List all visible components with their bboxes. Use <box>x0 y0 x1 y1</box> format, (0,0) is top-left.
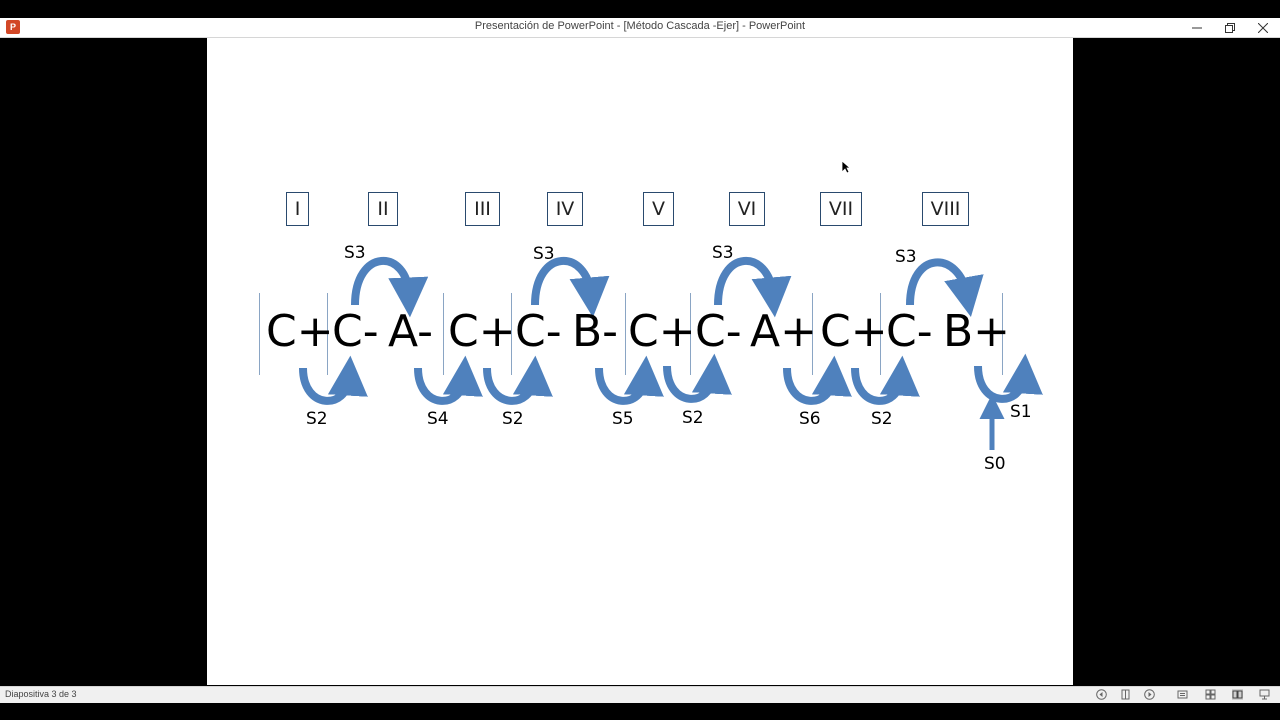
slideshow-icon <box>1259 689 1270 700</box>
step-label: C- <box>886 306 933 357</box>
step-label: A- <box>388 306 434 357</box>
bottom-arrow <box>483 355 553 405</box>
reading-view-icon <box>1232 690 1243 699</box>
slide-view-icon <box>1121 689 1130 700</box>
step-label: C- <box>332 306 379 357</box>
bottom-arrow <box>783 355 852 405</box>
close-icon <box>1258 22 1268 33</box>
step-label: B+ <box>943 306 1011 357</box>
step-label: C- <box>695 306 742 357</box>
step-label: C+ <box>448 306 516 357</box>
state-label: S2 <box>682 408 704 428</box>
mouse-pointer-icon <box>841 160 851 174</box>
slide-position: Diapositiva 3 de 3 <box>5 689 77 699</box>
next-slide-icon <box>1144 689 1155 700</box>
prev-slide-icon <box>1096 689 1107 700</box>
title-bar: P Presentación de PowerPoint - [Método C… <box>0 18 1280 38</box>
bottom-arrow <box>851 355 920 405</box>
bottom-arrow <box>663 353 732 403</box>
state-label: S2 <box>502 409 524 429</box>
top-arrow <box>714 256 792 318</box>
state-label: S4 <box>427 409 449 429</box>
state-label: S1 <box>1010 402 1032 422</box>
top-arrow <box>906 258 984 318</box>
state-label: S6 <box>799 409 821 429</box>
state-label: S3 <box>344 243 366 263</box>
step-label: C- <box>515 306 562 357</box>
close-button[interactable] <box>1246 18 1280 37</box>
state-label: S5 <box>612 409 634 429</box>
window-title: Presentación de PowerPoint - [Método Cas… <box>474 20 806 32</box>
minimize-icon <box>1192 27 1202 28</box>
step-label: C+ <box>266 306 334 357</box>
state-label: S2 <box>871 409 893 429</box>
state-label: S3 <box>533 244 555 264</box>
top-arrow <box>531 256 610 318</box>
normal-view-button[interactable] <box>1177 689 1188 700</box>
reading-view-button[interactable] <box>1232 689 1243 700</box>
top-arrow <box>351 256 429 318</box>
prev-slide-button[interactable] <box>1096 689 1107 700</box>
bottom-arrow <box>974 353 1043 403</box>
state-label: S3 <box>895 247 917 267</box>
sequence-arrows <box>299 256 1043 450</box>
step-label: A+ <box>750 306 817 357</box>
restore-button[interactable] <box>1213 18 1247 37</box>
bottom-arrow <box>414 355 483 405</box>
slide-sorter-icon <box>1205 689 1216 700</box>
normal-view-icon <box>1177 690 1188 699</box>
slide-view-button[interactable] <box>1120 689 1131 700</box>
minimize-button[interactable] <box>1180 18 1214 37</box>
slide-sorter-button[interactable] <box>1205 689 1216 700</box>
restore-icon <box>1225 22 1235 33</box>
status-bar: Diapositiva 3 de 3 <box>0 686 1280 703</box>
state-label: S0 <box>984 454 1006 474</box>
bottom-arrow <box>595 355 664 405</box>
step-label: C+ <box>628 306 696 357</box>
bottom-arrow <box>299 355 368 405</box>
slideshow-button[interactable] <box>1259 689 1270 700</box>
step-label: B- <box>572 306 619 357</box>
next-slide-button[interactable] <box>1144 689 1155 700</box>
state-label: S3 <box>712 243 734 263</box>
step-label: C+ <box>820 306 888 357</box>
state-label: S2 <box>306 409 328 429</box>
slide-canvas: I II III IV V VI VII VIII C+ C- A- C+ C-… <box>207 38 1073 685</box>
